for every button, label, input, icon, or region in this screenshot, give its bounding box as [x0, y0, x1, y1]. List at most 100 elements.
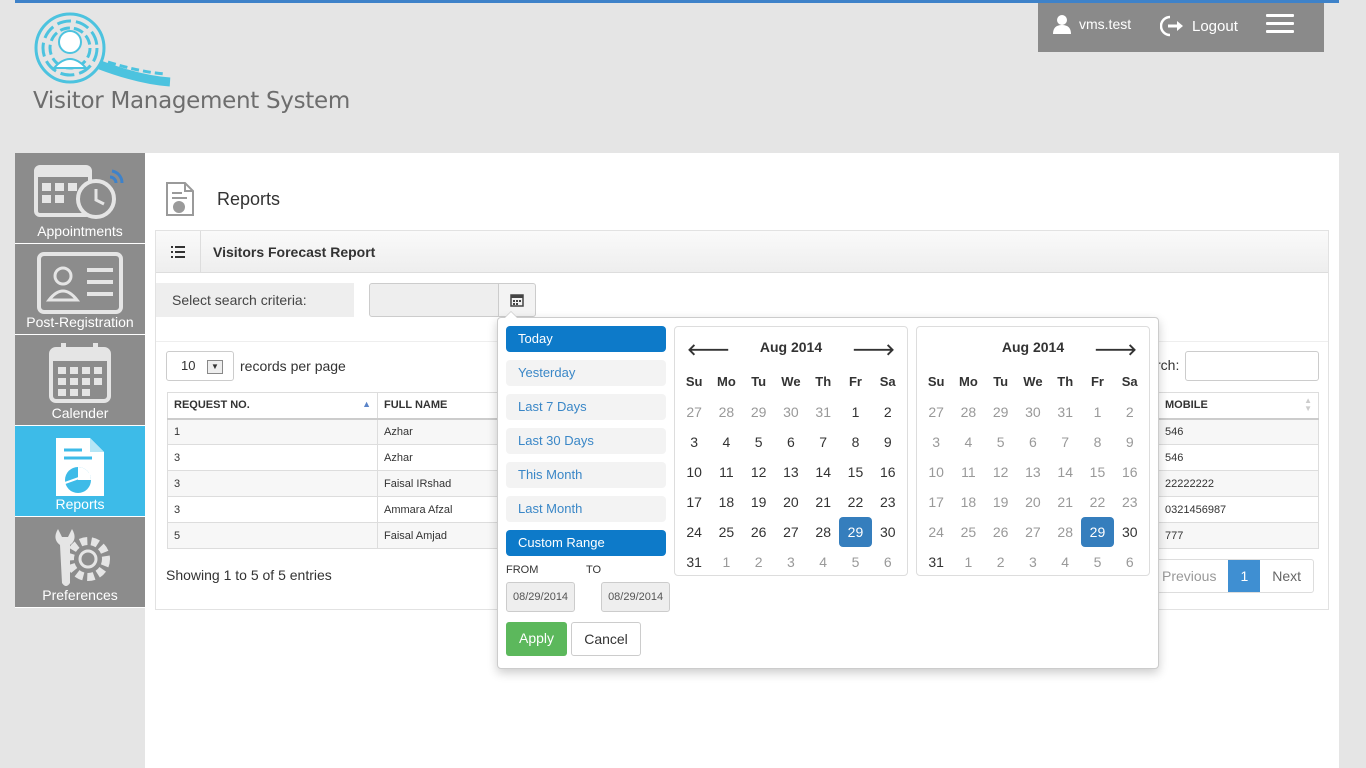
calendar-day[interactable]: 2	[1114, 397, 1146, 427]
calendar-day[interactable]: 1	[839, 397, 871, 427]
range-yesterday[interactable]: Yesterday	[506, 360, 666, 386]
calendar-day[interactable]: 21	[1049, 487, 1081, 517]
calendar-day[interactable]: 16	[1114, 457, 1146, 487]
sidebar-item-post-registration[interactable]: Post-Registration	[15, 244, 145, 335]
app-logo[interactable]: Visitor Management System	[30, 10, 350, 120]
calendar-day[interactable]: 24	[678, 517, 710, 547]
calendar-day[interactable]: 18	[710, 487, 742, 517]
calendar-day[interactable]: 30	[1017, 397, 1049, 427]
calendar-day[interactable]: 5	[985, 427, 1017, 457]
calendar-day[interactable]: 23	[872, 487, 904, 517]
calendar-day[interactable]: 3	[678, 427, 710, 457]
calendar-day[interactable]: 24	[920, 517, 952, 547]
calendar-day[interactable]: 31	[807, 397, 839, 427]
column-header-mobile[interactable]: MOBILE ▲ ▼	[1158, 392, 1319, 420]
calendar-day[interactable]: 8	[839, 427, 871, 457]
calendar-day[interactable]: 22	[1081, 487, 1113, 517]
calendar-day[interactable]: 3	[920, 427, 952, 457]
calendar-day[interactable]: 4	[807, 547, 839, 577]
calendar-day[interactable]: 30	[872, 517, 904, 547]
calendar-day[interactable]: 25	[952, 517, 984, 547]
from-date-input[interactable]: 08/29/2014	[506, 582, 576, 612]
pagination-next[interactable]: Next	[1260, 560, 1313, 592]
calendar-day[interactable]: 22	[839, 487, 871, 517]
calendar-day[interactable]: 12	[743, 457, 775, 487]
calendar-day[interactable]: 28	[807, 517, 839, 547]
calendar-day[interactable]: 27	[1017, 517, 1049, 547]
calendar-day[interactable]: 11	[952, 457, 984, 487]
sidebar-item-reports[interactable]: Reports	[15, 426, 145, 517]
range-today[interactable]: Today	[506, 326, 666, 352]
records-per-page-select[interactable]: 10 ▼	[166, 351, 234, 381]
calendar-day[interactable]: 1	[1081, 397, 1113, 427]
calendar-day[interactable]: 9	[872, 427, 904, 457]
calendar-day[interactable]: 27	[678, 397, 710, 427]
calendar-day[interactable]: 2	[872, 397, 904, 427]
calendar-day[interactable]: 10	[920, 457, 952, 487]
range-this-month[interactable]: This Month	[506, 462, 666, 488]
calendar-day[interactable]: 29	[1081, 517, 1114, 547]
calendar-day[interactable]: 19	[743, 487, 775, 517]
calendar-day[interactable]: 27	[920, 397, 952, 427]
calendar-day[interactable]: 2	[985, 547, 1017, 577]
calendar-day[interactable]: 28	[710, 397, 742, 427]
calendar-day[interactable]: 7	[807, 427, 839, 457]
calendar-day[interactable]: 18	[952, 487, 984, 517]
calendar-day[interactable]: 27	[775, 517, 807, 547]
column-header-request-no[interactable]: REQUEST NO. ▲	[167, 392, 378, 420]
calendar-day[interactable]: 31	[678, 547, 710, 577]
calendar-day[interactable]: 14	[807, 457, 839, 487]
calendar-day[interactable]: 20	[1017, 487, 1049, 517]
calendar-day[interactable]: 1	[952, 547, 984, 577]
calendar-day[interactable]: 31	[1049, 397, 1081, 427]
calendar-day[interactable]: 5	[1081, 547, 1113, 577]
hamburger-menu-icon[interactable]	[1266, 14, 1294, 38]
calendar-day[interactable]: 26	[743, 517, 775, 547]
calendar-day[interactable]: 28	[1049, 517, 1081, 547]
calendar-day[interactable]: 7	[1049, 427, 1081, 457]
sidebar-item-calender[interactable]: Calender	[15, 335, 145, 426]
calendar-day[interactable]: 21	[807, 487, 839, 517]
pagination-previous[interactable]: Previous	[1150, 560, 1228, 592]
logout-button[interactable]: Logout	[1160, 14, 1238, 38]
arrow-right-icon[interactable]: 🡒	[852, 339, 895, 360]
user-menu[interactable]: vms.test	[1053, 14, 1131, 34]
calendar-day[interactable]: 3	[775, 547, 807, 577]
calendar-day[interactable]: 6	[1114, 547, 1146, 577]
calendar-day[interactable]: 30	[775, 397, 807, 427]
calendar-day[interactable]: 10	[678, 457, 710, 487]
calendar-day[interactable]: 8	[1081, 427, 1113, 457]
arrow-right-icon[interactable]: 🡒	[1094, 339, 1137, 360]
calendar-day[interactable]: 6	[1017, 427, 1049, 457]
calendar-day[interactable]: 9	[1114, 427, 1146, 457]
to-date-input[interactable]: 08/29/2014	[601, 582, 671, 612]
calendar-day[interactable]: 29	[839, 517, 872, 547]
search-input[interactable]	[1185, 351, 1319, 381]
calendar-day[interactable]: 17	[678, 487, 710, 517]
calendar-day[interactable]: 3	[1017, 547, 1049, 577]
calendar-day[interactable]: 14	[1049, 457, 1081, 487]
calendar-day[interactable]: 16	[872, 457, 904, 487]
calendar-day[interactable]: 19	[985, 487, 1017, 517]
calendar-day[interactable]: 17	[920, 487, 952, 517]
calendar-day[interactable]: 4	[952, 427, 984, 457]
calendar-day[interactable]: 29	[985, 397, 1017, 427]
range-last-7-days[interactable]: Last 7 Days	[506, 394, 666, 420]
calendar-day[interactable]: 15	[1081, 457, 1113, 487]
calendar-day[interactable]: 23	[1114, 487, 1146, 517]
calendar-day[interactable]: 1	[710, 547, 742, 577]
calendar-day[interactable]: 6	[872, 547, 904, 577]
calendar-day[interactable]: 6	[775, 427, 807, 457]
calendar-day[interactable]: 15	[839, 457, 871, 487]
date-range-input[interactable]	[369, 283, 499, 317]
calendar-day[interactable]: 13	[1017, 457, 1049, 487]
calendar-day[interactable]: 13	[775, 457, 807, 487]
calendar-day[interactable]: 29	[743, 397, 775, 427]
calendar-day[interactable]: 31	[920, 547, 952, 577]
cancel-button[interactable]: Cancel	[571, 622, 641, 656]
pagination-page-1[interactable]: 1	[1228, 560, 1261, 592]
sidebar-item-preferences[interactable]: Preferences	[15, 517, 145, 608]
apply-button[interactable]: Apply	[506, 622, 567, 656]
calendar-day[interactable]: 4	[710, 427, 742, 457]
calendar-day[interactable]: 30	[1114, 517, 1146, 547]
